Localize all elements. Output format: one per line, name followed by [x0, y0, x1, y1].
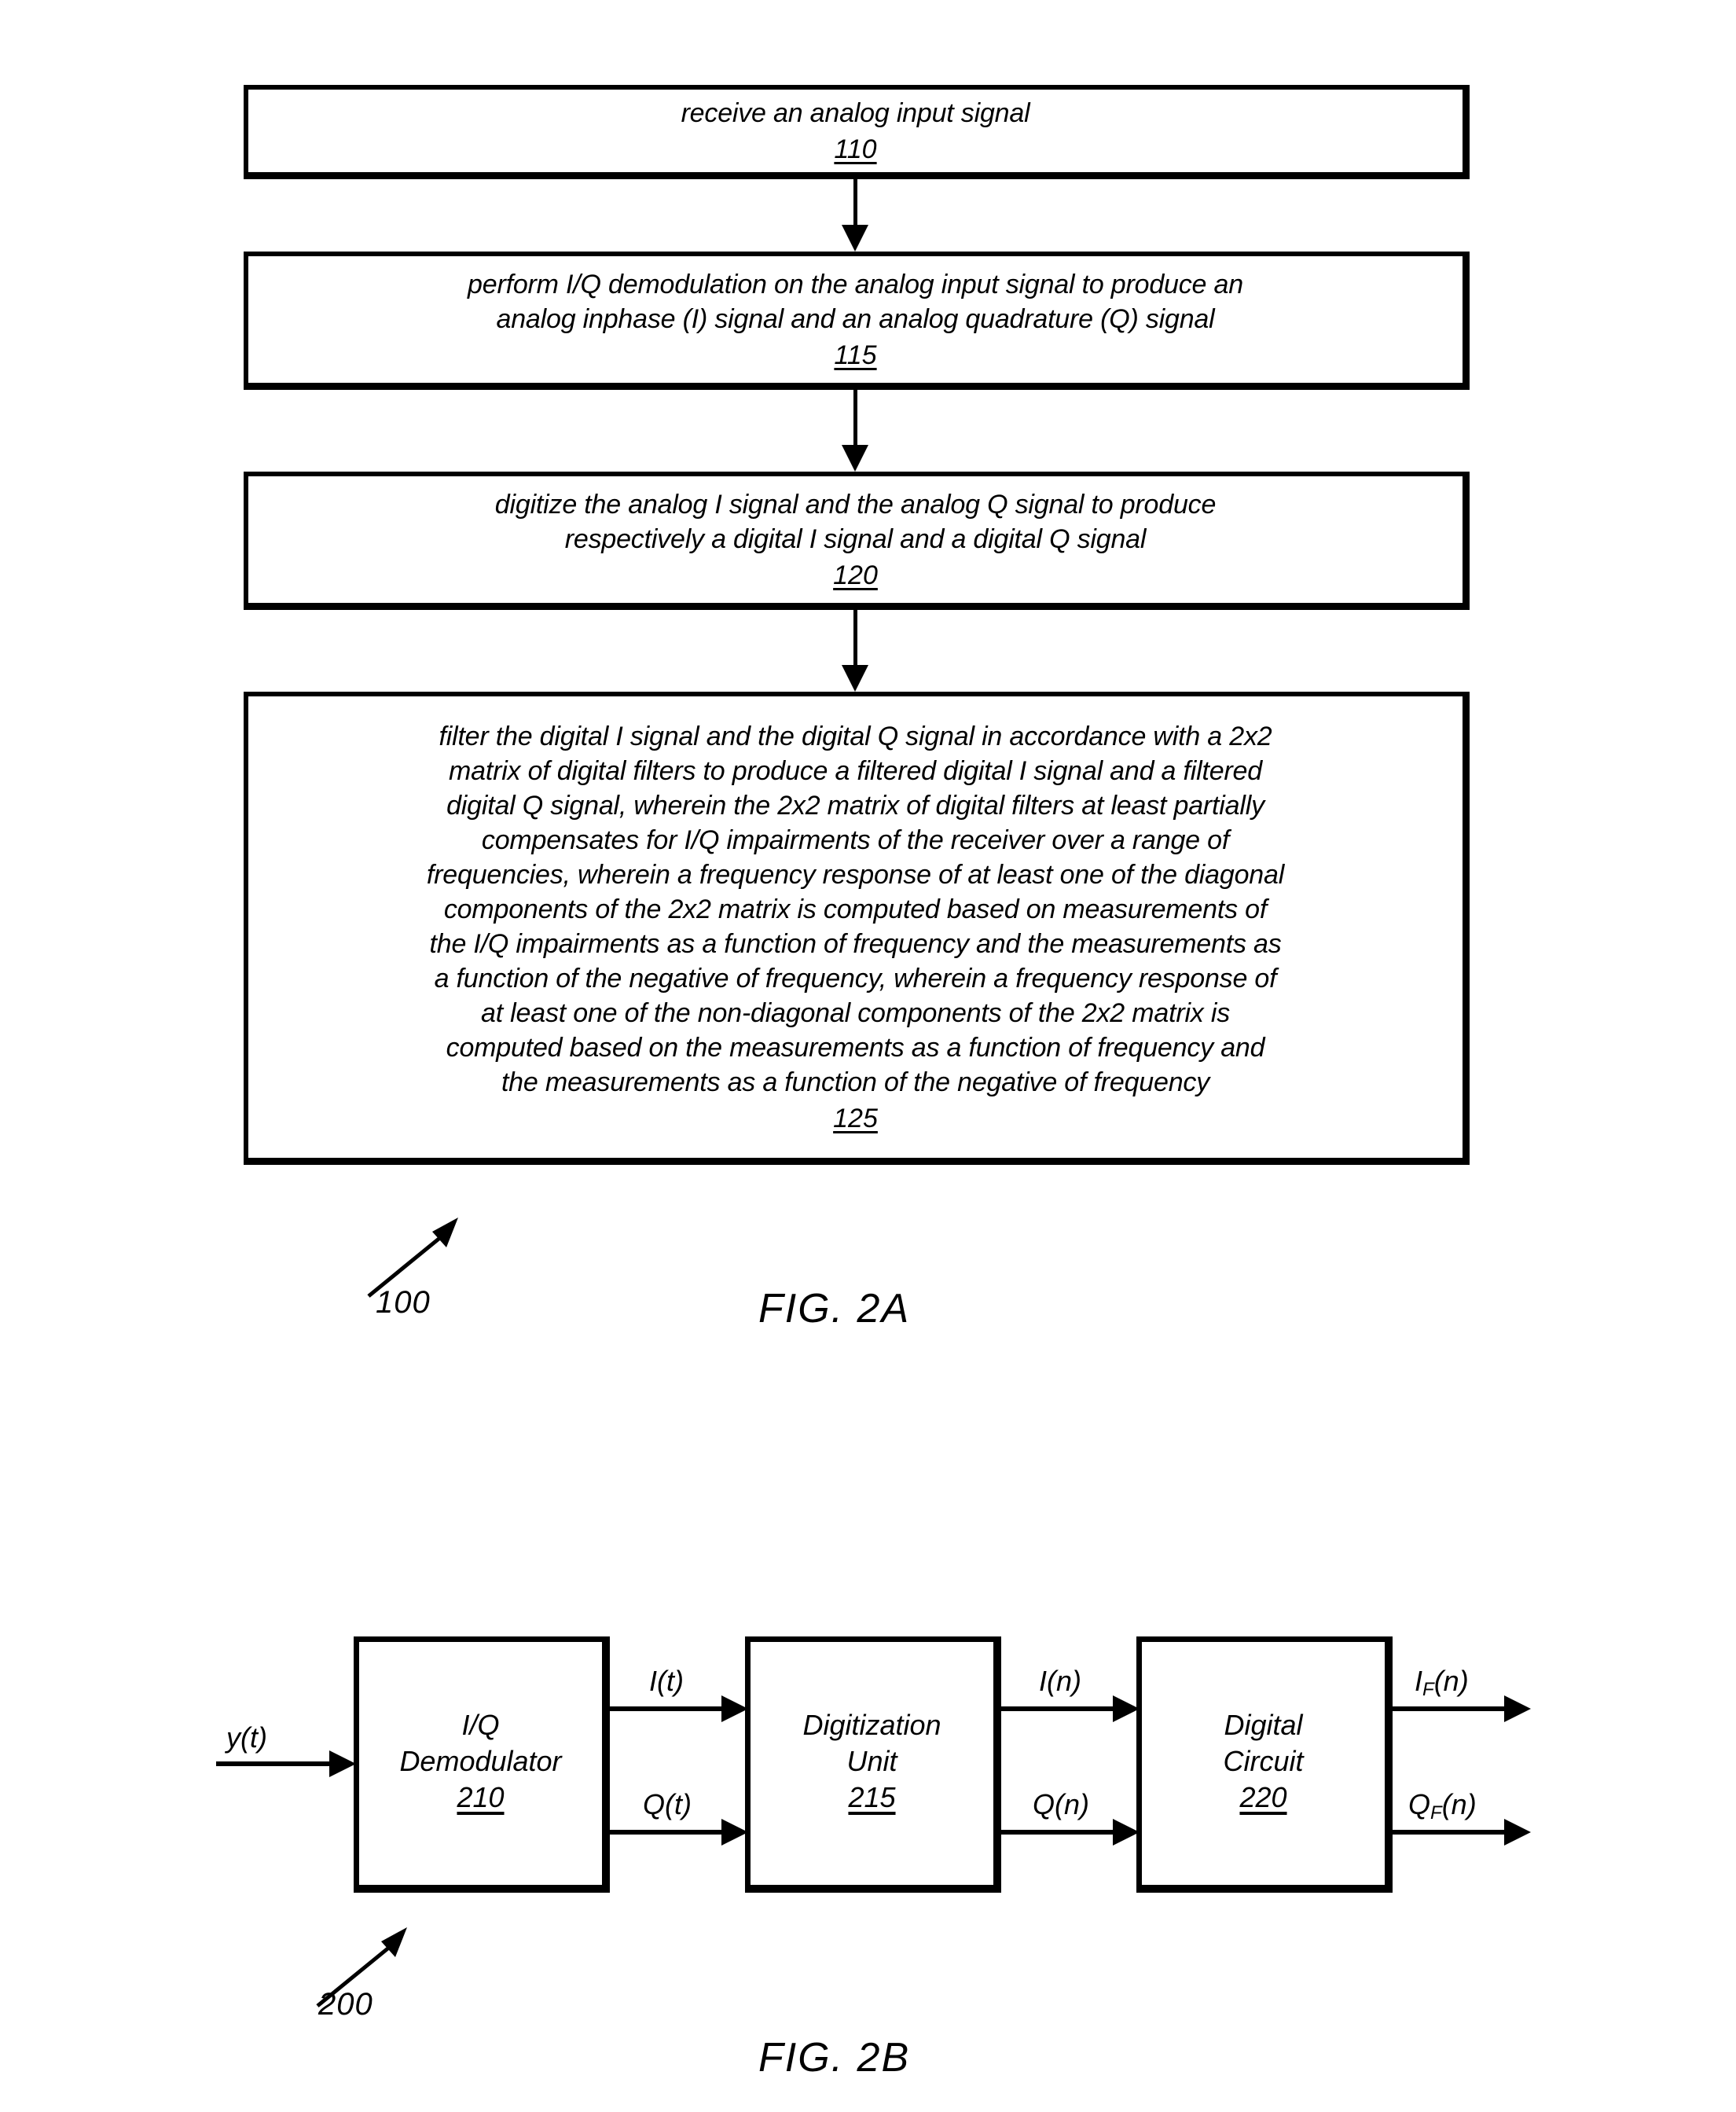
block-digital-circuit: Digital Circuit 220 — [1136, 1636, 1393, 1893]
block-220-text: Digital Circuit — [1223, 1708, 1304, 1777]
signal-i-f-subscript: F — [1422, 1679, 1434, 1700]
signal-label-i-f-n: IF(n) — [1415, 1665, 1469, 1700]
signal-i-f-base: I — [1415, 1665, 1423, 1697]
signal-i-f-tail: (n) — [1433, 1665, 1469, 1697]
block-iq-demodulator: I/Q Demodulator 210 — [354, 1636, 610, 1893]
block-215-text: Digitization Unit — [802, 1708, 941, 1777]
figure-2b-caption: FIG. 2B — [758, 2035, 911, 2081]
reference-numeral-200: 200 — [318, 1987, 373, 2022]
signal-q-f-tail: (n) — [1441, 1788, 1477, 1820]
signal-label-y-t: y(t) — [226, 1721, 267, 1754]
figure-2b: y(t) I/Q Demodulator 210 I(t) Q(t) Digit… — [0, 0, 1736, 2112]
block-210-text: I/Q Demodulator — [399, 1708, 562, 1777]
signal-label-i-n: I(n) — [1039, 1665, 1081, 1697]
block-210-number: 210 — [457, 1780, 505, 1813]
block-220-number: 220 — [1239, 1780, 1287, 1813]
signal-q-f-subscript: F — [1430, 1802, 1442, 1824]
signal-label-i-t: I(t) — [649, 1665, 684, 1697]
block-215-number: 215 — [848, 1780, 896, 1813]
signal-label-q-t: Q(t) — [643, 1788, 692, 1820]
block-digitization-unit: Digitization Unit 215 — [745, 1636, 1001, 1893]
signal-label-q-n: Q(n) — [1033, 1788, 1089, 1820]
signal-q-f-base: Q — [1408, 1788, 1431, 1820]
signal-label-q-f-n: QF(n) — [1408, 1788, 1477, 1824]
